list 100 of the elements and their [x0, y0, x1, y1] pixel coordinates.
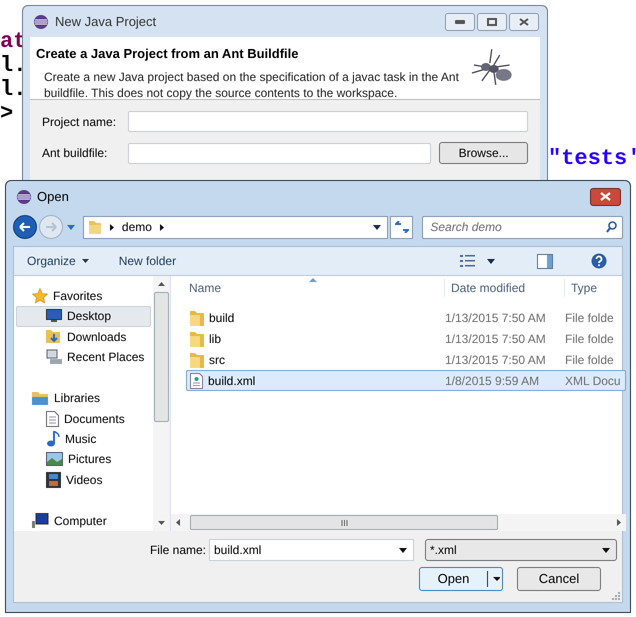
- window-title: New Java Project: [55, 12, 156, 31]
- browse-button[interactable]: Browse...: [439, 142, 528, 164]
- eclipse-icon: [33, 14, 49, 30]
- file-row[interactable]: src 1/13/2015 7:50 AM File folde: [186, 349, 626, 370]
- file-name: build: [209, 310, 234, 326]
- nav-item[interactable]: Music: [16, 428, 152, 450]
- caret-icon: [66, 224, 75, 230]
- code-text: >: [0, 102, 14, 126]
- date-cell-text: 1/13/2015 7:50 AM: [445, 352, 547, 368]
- caret-icon: [487, 571, 500, 587]
- open-button[interactable]: Open: [419, 567, 503, 591]
- preview-pane-button[interactable]: [537, 254, 553, 268]
- xml-file-icon: [190, 372, 203, 388]
- scroll-up-icon: [158, 282, 166, 286]
- nav-item[interactable]: Recent Places: [16, 346, 152, 368]
- film-icon: [46, 472, 61, 488]
- file-row[interactable]: build.xml 1/8/2015 9:59 AM XML Docu: [186, 370, 626, 391]
- scroll-thumb[interactable]: [154, 292, 170, 422]
- folder-icon: [46, 328, 62, 345]
- search-icon: [606, 221, 618, 233]
- nav-item[interactable]: Pictures: [16, 449, 152, 470]
- help-button[interactable]: [591, 253, 607, 269]
- scroll-left-icon: [176, 519, 180, 526]
- close-button[interactable]: [590, 188, 621, 206]
- address-bar[interactable]: demo: [82, 216, 388, 238]
- music-note-icon: [46, 430, 60, 447]
- folder-icon: [190, 310, 204, 326]
- nav-item[interactable]: Desktop: [16, 306, 152, 327]
- file-name-field[interactable]: build.xml: [209, 539, 414, 561]
- folder-icon: [190, 352, 204, 368]
- eclipse-icon: [16, 188, 32, 204]
- file-type-dropdown[interactable]: *.xml: [425, 539, 617, 561]
- type-cell-text: File folde: [565, 352, 615, 368]
- back-button[interactable]: [13, 215, 37, 239]
- resize-grip-icon: [612, 592, 620, 600]
- vertical-scrollbar[interactable]: [153, 276, 170, 531]
- view-menu[interactable]: [460, 255, 495, 267]
- caret-icon: [602, 548, 610, 552]
- page-heading: Create a Java Project from an Ant Buildfile: [36, 45, 300, 63]
- file-name: build.xml: [208, 372, 256, 390]
- preview-pane-icon: [537, 254, 553, 268]
- monitor-icon: [46, 309, 62, 324]
- refresh-icon: [394, 221, 409, 233]
- date-cell-text: 1/13/2015 7:50 AM: [445, 330, 547, 348]
- nav-group[interactable]: Computer: [14, 510, 154, 531]
- caret-icon: [487, 258, 495, 264]
- column-header[interactable]: Date modified: [444, 279, 564, 297]
- file-name: src: [209, 352, 225, 368]
- organize-menu[interactable]: Organize: [27, 252, 89, 270]
- sort-arrow-icon: [309, 278, 317, 282]
- folder-icon: [88, 219, 102, 235]
- close-button[interactable]: [509, 12, 539, 30]
- close-icon: [519, 18, 529, 26]
- document-icon: [46, 410, 59, 427]
- page-description: Create a new Java project based on the specification of a javac task in the Ant buildfile. This does not copy the source contents to the workspace.: [43, 68, 460, 100]
- scroll-down-icon: [158, 521, 166, 525]
- file-row[interactable]: build 1/13/2015 7:50 AM File folde: [186, 307, 626, 328]
- text-field[interactable]: [128, 142, 432, 164]
- monitor-icon: [32, 513, 49, 528]
- chevron-icon: [110, 224, 114, 230]
- maximize-icon: [487, 18, 497, 26]
- grip-icon: [340, 520, 348, 526]
- column-header[interactable]: Name: [189, 279, 444, 297]
- type-cell-text: File folde: [565, 310, 615, 326]
- code-text: "tests': [548, 146, 636, 171]
- minimize-icon: [455, 20, 465, 24]
- column-header[interactable]: Type: [564, 279, 624, 297]
- chevron-icon: [160, 224, 164, 230]
- nav-item[interactable]: Downloads: [16, 326, 152, 347]
- field-label: File name:: [148, 542, 206, 559]
- help-icon: [591, 253, 607, 269]
- text-field[interactable]: [128, 111, 528, 132]
- date-cell-text: 1/8/2015 9:59 AM: [445, 372, 540, 390]
- cancel-button[interactable]: Cancel: [517, 567, 601, 591]
- refresh-button[interactable]: [390, 216, 414, 238]
- nav-group[interactable]: Favorites: [14, 286, 154, 306]
- breadcrumb-item[interactable]: demo: [122, 218, 152, 236]
- close-icon: [600, 192, 611, 201]
- caret-icon: [399, 548, 407, 552]
- new-folder-button[interactable]: New folder: [118, 252, 176, 270]
- minimize-button[interactable]: [445, 12, 475, 30]
- folder-icon: [32, 390, 49, 406]
- file-name: lib: [209, 330, 222, 348]
- nav-item[interactable]: Documents: [16, 408, 152, 429]
- scroll-thumb[interactable]: [190, 515, 498, 530]
- nav-item[interactable]: Videos: [16, 469, 152, 490]
- code-text: l.: [0, 78, 26, 102]
- horizontal-scrollbar[interactable]: [171, 514, 626, 531]
- search-field[interactable]: Search demo: [422, 216, 624, 238]
- file-row[interactable]: lib 1/13/2015 7:50 AM File folde: [186, 328, 626, 349]
- maximize-button[interactable]: [477, 12, 507, 30]
- nav-group[interactable]: Libraries: [14, 388, 154, 408]
- forward-arrow-icon: [44, 222, 57, 232]
- caret-icon: [82, 259, 89, 263]
- star-icon: [32, 288, 48, 304]
- back-arrow-icon: [18, 222, 31, 232]
- picture-icon: [46, 452, 63, 466]
- window-title: Open: [37, 188, 69, 206]
- type-cell-text: File folde: [565, 330, 615, 348]
- type-cell-text: XML Docu: [565, 372, 622, 390]
